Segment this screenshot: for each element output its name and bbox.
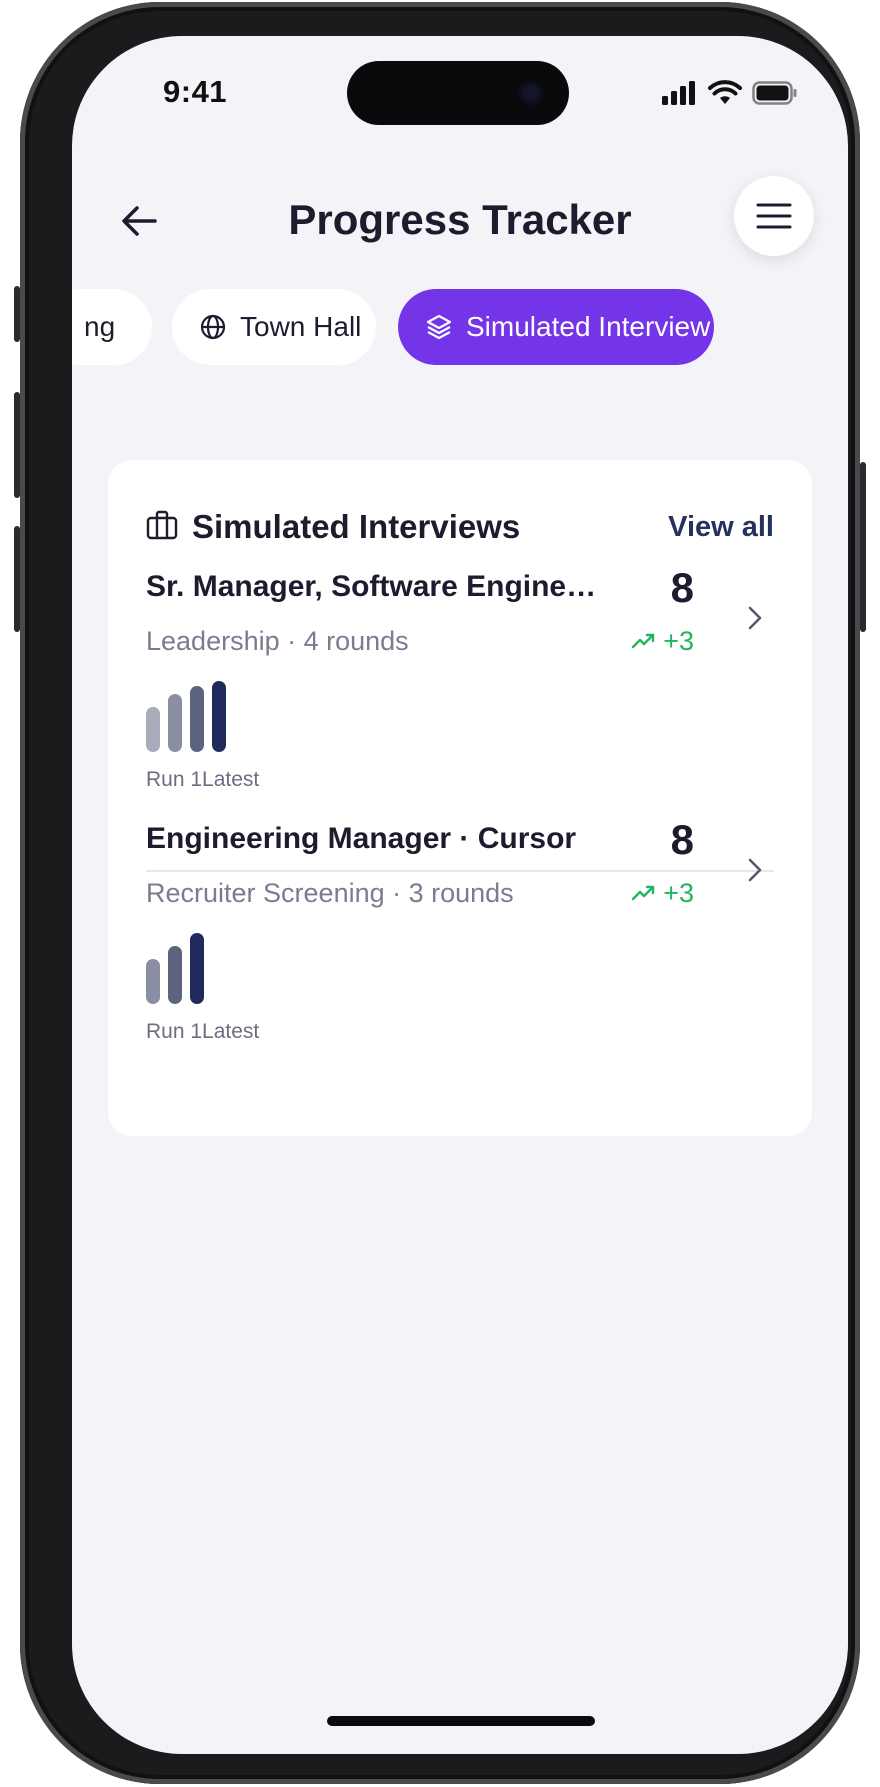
interview-row[interactable]: Sr. Manager, Software Engine… Leadership…	[146, 564, 774, 820]
menu-button[interactable]	[734, 176, 814, 256]
chip-partial[interactable]: ng	[72, 289, 152, 365]
score-delta: +3	[631, 878, 694, 909]
interview-subtitle: Leadership · 4 rounds	[146, 626, 409, 656]
screen: 9:41 Progress Tracker ng Town Hall Simul…	[72, 36, 848, 1754]
run-bars-caption: Run 1Latest	[146, 768, 260, 791]
volume-down-button	[14, 526, 20, 632]
action-button	[14, 286, 20, 342]
volume-up-button	[14, 392, 20, 498]
chip-label: ng	[84, 311, 116, 342]
run-bars	[146, 932, 266, 1004]
interview-score: 8	[670, 816, 694, 863]
chip-label: Simulated Interview	[466, 311, 711, 342]
interview-title: Sr. Manager, Software Engine…	[146, 570, 597, 603]
interview-subtitle: Recruiter Screening · 3 rounds	[146, 878, 514, 908]
run-bar	[146, 707, 160, 752]
home-indicator	[327, 1716, 595, 1726]
card-title: Simulated Interviews	[192, 508, 521, 545]
interview-score: 8	[670, 564, 694, 611]
score-delta-value: +3	[663, 878, 694, 908]
header: Progress Tracker	[72, 176, 848, 266]
run-bar	[190, 686, 204, 752]
trending-up-icon	[631, 626, 657, 657]
phone-frame: 9:41 Progress Tracker ng Town Hall Simul…	[14, 2, 866, 1784]
cellular-signal-icon	[662, 81, 698, 110]
chip-simulated-interview[interactable]: Simulated Interview	[398, 289, 714, 365]
chevron-right-icon	[740, 850, 770, 890]
page-title: Progress Tracker	[288, 196, 632, 243]
score-delta: +3	[631, 626, 694, 657]
run-bar	[190, 933, 204, 1004]
run-bar	[168, 694, 182, 752]
run-bar	[168, 946, 182, 1004]
score-delta-value: +3	[663, 626, 694, 656]
run-bars-caption: Run 1Latest	[146, 1020, 260, 1043]
chip-label: Town Hall	[240, 311, 362, 342]
status-icons	[662, 80, 798, 111]
chevron-right-icon	[740, 598, 770, 638]
card-header: Simulated Interviews View all	[146, 502, 774, 552]
category-chips: ng Town Hall Simulated Interview	[72, 289, 848, 365]
layers-icon	[426, 314, 452, 340]
wifi-icon	[708, 80, 742, 111]
run-bars	[146, 680, 266, 752]
hamburger-menu-icon	[756, 203, 792, 229]
chip-town-hall[interactable]: Town Hall	[172, 289, 376, 365]
dynamic-island	[347, 61, 569, 125]
interview-row[interactable]: Engineering Manager · Cursor Recruiter S…	[146, 816, 774, 1072]
status-time: 9:41	[163, 74, 228, 109]
view-all-link[interactable]: View all	[668, 511, 774, 544]
globe-icon	[200, 314, 226, 340]
run-bar	[212, 681, 226, 752]
simulated-interviews-card: Simulated Interviews View all Sr. Manage…	[108, 460, 812, 1136]
interview-title: Engineering Manager · Cursor	[146, 822, 577, 855]
trending-up-icon	[631, 878, 657, 909]
battery-icon	[752, 81, 798, 110]
run-bar	[146, 959, 160, 1004]
power-button	[860, 462, 866, 632]
briefcase-icon	[146, 510, 178, 545]
